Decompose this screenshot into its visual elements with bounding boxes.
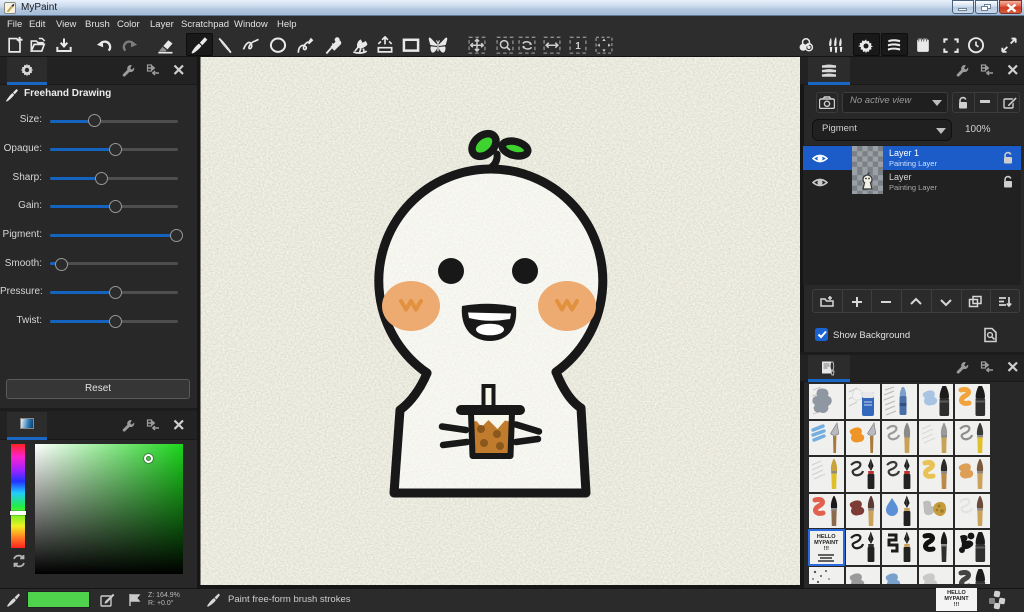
svg-text:1: 1 — [575, 41, 581, 52]
